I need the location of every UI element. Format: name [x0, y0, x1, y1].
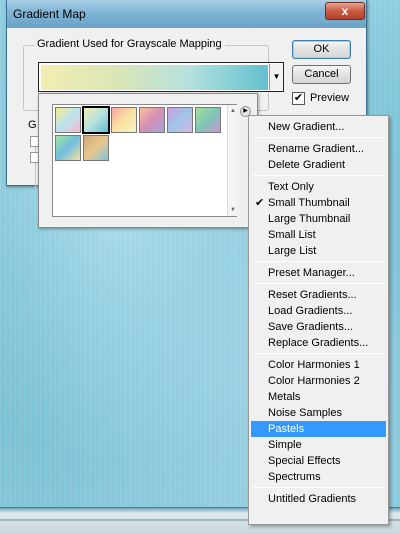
- menu-item-label: Color Harmonies 2: [268, 375, 360, 387]
- menu-item-text-only[interactable]: Text Only: [251, 179, 386, 195]
- menu-item-metals[interactable]: Metals: [251, 389, 386, 405]
- menu-item-small-thumbnail[interactable]: Small Thumbnail ✔: [251, 195, 386, 211]
- menu-item-untitled-gradients[interactable]: Untitled Gradients: [251, 491, 386, 507]
- checkmark-icon: ✔: [255, 197, 265, 209]
- menu-item-label: Small Thumbnail: [268, 197, 350, 209]
- menu-item-label: Untitled Gradients: [268, 493, 357, 505]
- menu-item-pastels[interactable]: Pastels: [251, 421, 386, 437]
- menu-item-large-list[interactable]: Large List: [251, 243, 386, 259]
- gradient-thumbnail[interactable]: [82, 106, 110, 134]
- preview-checkbox[interactable]: ✔: [292, 92, 305, 105]
- scroll-down-icon[interactable]: ▼: [228, 205, 238, 215]
- menu-item-label: Large List: [268, 245, 317, 257]
- preview-label: Preview: [310, 92, 350, 104]
- menu-separator: [253, 175, 384, 176]
- menu-item-rename-gradient[interactable]: Rename Gradient...: [251, 141, 386, 157]
- gradient-thumbnail[interactable]: [83, 135, 109, 161]
- menu-item-label: New Gradient...: [268, 121, 345, 133]
- menu-separator: [253, 283, 384, 284]
- menu-item-load-gradients[interactable]: Load Gradients...: [251, 303, 386, 319]
- menu-item-label: Simple: [268, 439, 302, 451]
- menu-item-small-list[interactable]: Small List: [251, 227, 386, 243]
- menu-item-label: Reset Gradients...: [268, 289, 357, 301]
- menu-item-label: Preset Manager...: [268, 267, 355, 279]
- menu-item-label: Small List: [268, 229, 316, 241]
- menu-item-color-harmonies-1[interactable]: Color Harmonies 1: [251, 357, 386, 373]
- menu-item-label: Rename Gradient...: [268, 143, 364, 155]
- gradient-thumbnail[interactable]: [55, 135, 81, 161]
- menu-item-label: Replace Gradients...: [268, 337, 369, 349]
- dialog-titlebar[interactable]: Gradient Map x: [7, 0, 366, 28]
- menu-item-label: Load Gradients...: [268, 305, 353, 317]
- cancel-button[interactable]: Cancel: [292, 65, 351, 84]
- menu-item-label: Spectrums: [268, 471, 321, 483]
- menu-item-new-gradient[interactable]: New Gradient...: [251, 119, 386, 135]
- gradient-thumbnail[interactable]: [111, 107, 137, 133]
- menu-separator: [253, 353, 384, 354]
- menu-item-label: Delete Gradient: [268, 159, 346, 171]
- dialog-title: Gradient Map: [13, 7, 86, 21]
- menu-separator: [253, 137, 384, 138]
- menu-item-large-thumbnail[interactable]: Large Thumbnail: [251, 211, 386, 227]
- gradient-thumbnail[interactable]: [139, 107, 165, 133]
- menu-separator: [253, 261, 384, 262]
- ok-button[interactable]: OK: [292, 40, 351, 59]
- menu-item-replace-gradients[interactable]: Replace Gradients...: [251, 335, 386, 351]
- gradient-thumbnail[interactable]: [167, 107, 193, 133]
- menu-item-save-gradients[interactable]: Save Gradients...: [251, 319, 386, 335]
- menu-item-label: Noise Samples: [268, 407, 342, 419]
- menu-item-label: Pastels: [268, 423, 305, 435]
- gradient-preset-picker: ▲ ▼ ▶: [38, 93, 258, 228]
- picker-scrollbar[interactable]: ▲ ▼: [227, 105, 237, 216]
- menu-item-special-effects[interactable]: Special Effects: [251, 453, 386, 469]
- menu-item-preset-manager[interactable]: Preset Manager...: [251, 265, 386, 281]
- current-gradient-swatch[interactable]: [41, 65, 268, 90]
- menu-item-label: Metals: [268, 391, 301, 403]
- menu-separator: [253, 487, 384, 488]
- menu-item-simple[interactable]: Simple: [251, 437, 386, 453]
- menu-item-label: Save Gradients...: [268, 321, 353, 333]
- menu-item-delete-gradient[interactable]: Delete Gradient: [251, 157, 386, 173]
- menu-item-label: Large Thumbnail: [268, 213, 351, 225]
- menu-item-label: Color Harmonies 1: [268, 359, 360, 371]
- gradient-group-label: Gradient Used for Grayscale Mapping: [34, 38, 225, 50]
- chevron-down-icon[interactable]: ▼: [269, 64, 283, 90]
- scroll-up-icon[interactable]: ▲: [228, 106, 238, 116]
- menu-item-label: Text Only: [268, 181, 314, 193]
- gradient-flyout-menu: New Gradient... Rename Gradient... Delete …: [248, 115, 389, 525]
- menu-item-spectrums[interactable]: Spectrums: [251, 469, 386, 485]
- options-label-fragment: G: [28, 119, 37, 131]
- gradient-thumbnail[interactable]: [55, 107, 81, 133]
- menu-item-color-harmonies-2[interactable]: Color Harmonies 2: [251, 373, 386, 389]
- menu-item-label: Special Effects: [268, 455, 341, 467]
- menu-item-noise-samples[interactable]: Noise Samples: [251, 405, 386, 421]
- menu-item-reset-gradients[interactable]: Reset Gradients...: [251, 287, 386, 303]
- gradient-thumbnail[interactable]: [195, 107, 221, 133]
- close-button[interactable]: x: [325, 2, 365, 20]
- gradient-thumbnail-grid: ▲ ▼: [52, 104, 237, 217]
- gradient-picker[interactable]: ▼: [38, 62, 284, 92]
